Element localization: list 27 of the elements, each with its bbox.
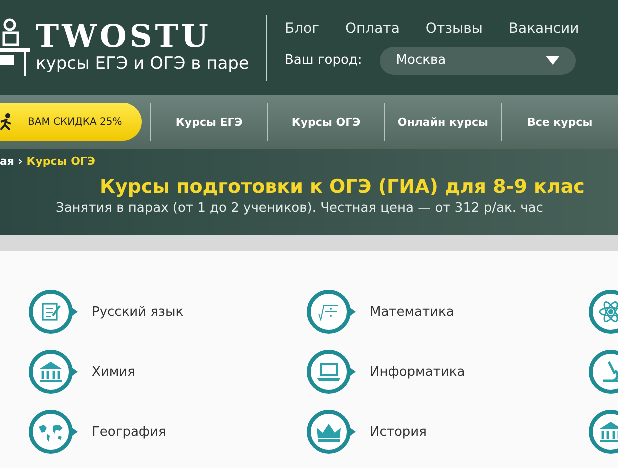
- city-label: Ваш город:: [285, 53, 362, 68]
- breadcrumb-link[interactable]: ая: [0, 155, 14, 168]
- breadcrumb-separator: ›: [18, 155, 23, 168]
- subject-link[interactable]: Математика: [370, 304, 454, 320]
- discount-button[interactable]: ВАМ СКИДКА 25%: [0, 103, 142, 141]
- nav-link[interactable]: Оплата: [345, 20, 400, 36]
- subject-link[interactable]: История: [370, 424, 427, 440]
- page-title: Курсы подготовки к ОГЭ (ГИА) для 8-9 клас: [100, 176, 586, 198]
- menu-item[interactable]: Курсы ЕГЭ: [150, 103, 268, 141]
- breadcrumb-current: Курсы ОГЭ: [26, 155, 96, 168]
- caret-icon: [546, 56, 560, 65]
- subject-link[interactable]: Русский язык: [92, 304, 184, 320]
- nav-link[interactable]: Вакансии: [508, 20, 580, 36]
- logo-name[interactable]: TWOSTU: [36, 20, 250, 52]
- nav-link[interactable]: Блог: [285, 20, 320, 36]
- menu-item[interactable]: Онлайн курсы: [384, 103, 502, 141]
- subject-link[interactable]: Информатика: [370, 364, 466, 380]
- subject-link[interactable]: Химия: [92, 364, 136, 380]
- menu-item[interactable]: Все курсы: [501, 103, 618, 141]
- logo-tagline: курсы ЕГЭ и ОГЭ в паре: [36, 52, 250, 74]
- runner-icon: [0, 113, 14, 131]
- nav-link[interactable]: Отзывы: [426, 20, 483, 36]
- student-desk-icon: [0, 16, 30, 78]
- menu-item[interactable]: Курсы ОГЭ: [267, 103, 384, 141]
- city-dropdown[interactable]: Москва: [380, 46, 576, 74]
- subject-link[interactable]: География: [92, 424, 166, 440]
- page-subtitle: Занятия в парах (от 1 до 2 учеников). Честная цена — от 312 р/ак. час: [56, 201, 544, 216]
